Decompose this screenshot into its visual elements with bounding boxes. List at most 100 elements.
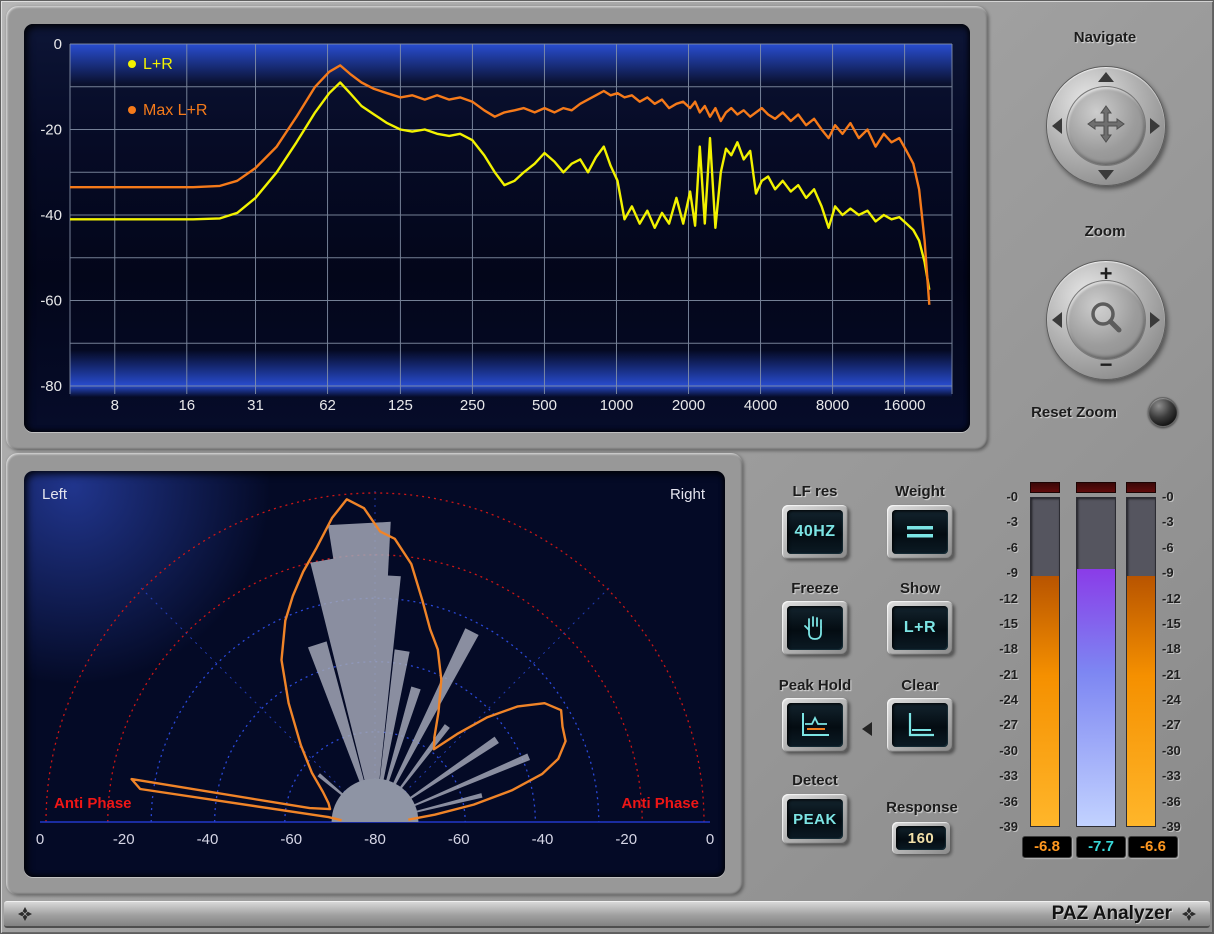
ornament-right-icon: [1182, 907, 1196, 921]
svg-text:Max L+R: Max L+R: [143, 102, 207, 119]
svg-text:-20: -20: [113, 831, 135, 848]
peak-lamp-right: [1126, 482, 1156, 493]
meter-scale-value: -15: [1162, 616, 1206, 631]
meter-scale-value: -18: [1162, 641, 1206, 656]
meter-scale-value: -30: [974, 743, 1018, 758]
svg-text:-60: -60: [40, 293, 62, 310]
meter-scale-value: -21: [1162, 667, 1206, 682]
response-label: Response: [877, 799, 967, 816]
meter-scale-value: -9: [974, 565, 1018, 580]
svg-text:-40: -40: [40, 207, 62, 224]
response-display[interactable]: 160: [892, 822, 950, 854]
peak-hold-icon: [787, 703, 843, 747]
svg-text:62: 62: [319, 397, 336, 414]
meter-scale-value: -27: [974, 717, 1018, 732]
svg-text:500: 500: [532, 397, 557, 414]
meter-scale-value: -30: [1162, 743, 1206, 758]
meter-scale-value: -33: [974, 768, 1018, 783]
meter-fill-mid: [1077, 569, 1115, 826]
anti-phase-left-label: Anti Phase: [54, 795, 132, 812]
selector-arrow-icon[interactable]: [862, 722, 872, 736]
zoom-label: Zoom: [1045, 223, 1165, 240]
meter-scale-value: -33: [1162, 768, 1206, 783]
meter-scale-value: -12: [1162, 591, 1206, 606]
meter-scale-value: -0: [974, 489, 1018, 504]
freeze-label: Freeze: [770, 580, 860, 597]
clear-button[interactable]: [887, 698, 953, 752]
reset-zoom-label: Reset Zoom: [1004, 404, 1144, 421]
peak-hold-button[interactable]: [782, 698, 848, 752]
svg-text:-20: -20: [615, 831, 637, 848]
level-meter-mid: [1076, 497, 1116, 827]
polar-left-label: Left: [42, 486, 67, 503]
svg-text:250: 250: [460, 397, 485, 414]
hand-icon: [787, 606, 843, 650]
zoom-left-arrow-icon[interactable]: [1052, 312, 1062, 328]
app-title: PAZ Analyzer: [1052, 903, 1172, 925]
show-button[interactable]: L+R: [887, 601, 953, 655]
svg-text:-40: -40: [197, 831, 219, 848]
peak-lamp-left: [1030, 482, 1060, 493]
svg-text:8000: 8000: [816, 397, 849, 414]
svg-text:125: 125: [388, 397, 413, 414]
detect-button[interactable]: PEAK: [782, 794, 848, 844]
meter-scale-value: -6: [974, 540, 1018, 555]
svg-text:0: 0: [54, 36, 62, 53]
svg-text:31: 31: [247, 397, 264, 414]
zoom-inner-dial[interactable]: [1066, 280, 1146, 360]
lf-res-value: 40HZ: [787, 510, 843, 554]
weight-icon: [892, 510, 948, 554]
zoom-pad[interactable]: + −: [1046, 260, 1166, 380]
navigate-right-arrow-icon[interactable]: [1150, 118, 1160, 134]
anti-phase-right-label: Anti Phase: [621, 795, 699, 812]
title-bar: PAZ Analyzer: [4, 901, 1210, 928]
svg-text:-60: -60: [448, 831, 470, 848]
polar-right-label: Right: [670, 486, 705, 503]
navigate-up-arrow-icon[interactable]: [1098, 72, 1114, 82]
meter-scale-value: -36: [1162, 794, 1206, 809]
meter-scale-right: -0-3-6-9-12-15-18-21-24-27-30-33-36-39: [1162, 489, 1206, 839]
ornament-left-icon: [18, 907, 32, 921]
meter-readout-right[interactable]: -6.6: [1128, 836, 1178, 858]
svg-text:0: 0: [706, 831, 714, 848]
svg-text:16: 16: [178, 397, 195, 414]
meter-readout-mid[interactable]: -7.7: [1076, 836, 1126, 858]
spectrum-panel: 0-20-40-60-80816316212525050010002000400…: [6, 6, 988, 450]
lf-res-button[interactable]: 40HZ: [782, 505, 848, 559]
meter-scale-value: -27: [1162, 717, 1206, 732]
navigate-pad[interactable]: [1046, 66, 1166, 186]
y-axis-labels: 0-20-40-60-80: [40, 36, 62, 395]
navigate-left-arrow-icon[interactable]: [1052, 118, 1062, 134]
level-meter-left: [1030, 497, 1060, 827]
polar-axis-labels: 0-20-40-60-80-60-40-200: [36, 831, 714, 848]
meter-scale-value: -39: [1162, 819, 1206, 834]
meter-scale-value: -15: [974, 616, 1018, 631]
meter-scale-value: -3: [974, 514, 1018, 529]
clear-icon: [892, 703, 948, 747]
clear-label: Clear: [875, 677, 965, 694]
lf-res-label: LF res: [770, 483, 860, 500]
svg-text:8: 8: [111, 397, 119, 414]
navigate-label: Navigate: [1045, 29, 1165, 46]
svg-text:-80: -80: [40, 378, 62, 395]
meter-readout-left[interactable]: -6.8: [1022, 836, 1072, 858]
reset-zoom-button[interactable]: [1148, 397, 1178, 427]
polar-chart: 0-20-40-60-80-60-40-200: [24, 471, 725, 877]
weight-button[interactable]: [887, 505, 953, 559]
freeze-button[interactable]: [782, 601, 848, 655]
meter-scale-value: -24: [974, 692, 1018, 707]
meter-fill-left: [1031, 576, 1059, 826]
meter-scale-value: -39: [974, 819, 1018, 834]
meter-scale-value: -18: [974, 641, 1018, 656]
show-label: Show: [875, 580, 965, 597]
meter-scale-value: -6: [1162, 540, 1206, 555]
navigate-down-arrow-icon[interactable]: [1098, 170, 1114, 180]
svg-text:L+R: L+R: [143, 56, 173, 73]
svg-text:16000: 16000: [884, 397, 926, 414]
svg-text:0: 0: [36, 831, 44, 848]
navigate-inner-dial[interactable]: [1066, 86, 1146, 166]
zoom-right-arrow-icon[interactable]: [1150, 312, 1160, 328]
svg-text:2000: 2000: [672, 397, 705, 414]
weight-label: Weight: [875, 483, 965, 500]
svg-text:-60: -60: [280, 831, 302, 848]
